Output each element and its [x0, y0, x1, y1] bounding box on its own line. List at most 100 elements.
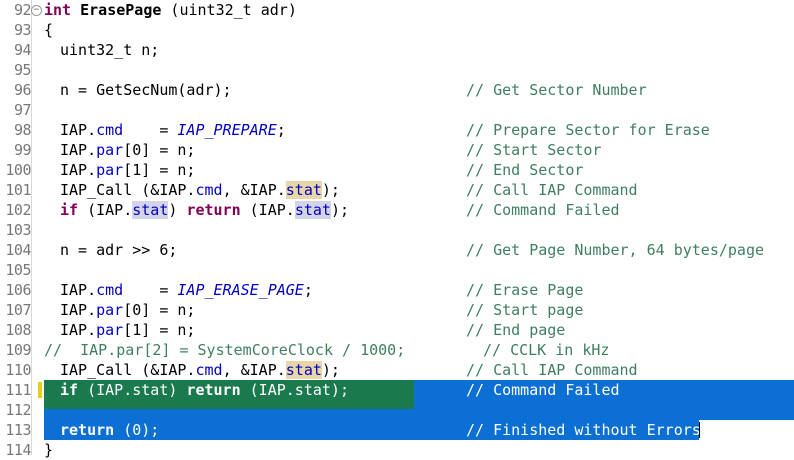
code-line[interactable]: 107 IAP.par[0] = n; // Start page	[0, 300, 794, 320]
code-comment[interactable]: // Command Failed	[466, 200, 620, 220]
text-caret	[699, 422, 700, 438]
code-fragment: (IAP.stat)	[78, 381, 187, 399]
code-fragment: );	[321, 181, 340, 199]
function-name: ErasePage	[80, 1, 162, 19]
code-line[interactable]: 96 n = GetSecNum(adr); // Get Sector Num…	[0, 80, 794, 100]
code-fragment: IAP.	[60, 121, 97, 139]
code-comment[interactable]: // Command Failed	[466, 380, 620, 400]
code-line[interactable]: 100 IAP.par[1] = n; // End Sector	[0, 160, 794, 180]
struct-field: cmd	[195, 361, 223, 379]
code-line[interactable]: 114 }	[0, 440, 794, 460]
code-line[interactable]: 110 IAP_Call (&IAP.cmd, &IAP.stat); // C…	[0, 360, 794, 380]
struct-field: cmd	[96, 281, 124, 299]
code-line-selected[interactable]: 112	[0, 400, 794, 420]
code-text[interactable]: IAP_Call (&IAP.cmd, &IAP.stat);	[60, 180, 340, 200]
code-text[interactable]: if (IAP.stat) return (IAP.stat);	[60, 200, 349, 220]
code-comment[interactable]: // Get Sector Number	[466, 80, 647, 100]
code-comment[interactable]: // End Sector	[466, 160, 583, 180]
struct-field: par	[96, 141, 124, 159]
code-line-selected[interactable]: 113 return (0); // Finished without Erro…	[0, 420, 794, 440]
struct-field: par	[96, 161, 124, 179]
code-fragment: IAP.	[60, 161, 97, 179]
code-line[interactable]: 97	[0, 100, 794, 120]
line-number: 101	[5, 181, 31, 199]
keyword: return	[186, 381, 241, 399]
code-text[interactable]: return (0);	[60, 420, 159, 440]
line-number: 99	[13, 141, 32, 159]
code-fragment: [1] = n;	[123, 161, 196, 179]
code-line-selected[interactable]: 111 if (IAP.stat) return (IAP.stat); // …	[0, 380, 794, 400]
code-text[interactable]: uint32_t n;	[60, 40, 159, 60]
struct-field: cmd	[96, 121, 124, 139]
code-comment[interactable]: // Finished without Errors	[466, 420, 701, 440]
code-comment[interactable]: // Prepare Sector for Erase	[466, 120, 710, 140]
code-comment[interactable]: // CCLK in kHz	[483, 340, 609, 360]
line-number: 96	[13, 81, 32, 99]
commented-code[interactable]: // IAP.par[2] = SystemCoreClock / 1000;	[44, 340, 405, 360]
line-number: 97	[13, 101, 32, 119]
code-line[interactable]: 99 IAP.par[0] = n; // Start Sector	[0, 140, 794, 160]
code-line[interactable]: 101 IAP_Call (&IAP.cmd, &IAP.stat); // C…	[0, 180, 794, 200]
code-fragment: )	[168, 201, 187, 219]
code-fragment: =	[123, 281, 178, 299]
line-number: 95	[13, 61, 32, 79]
code-comment[interactable]: // Call IAP Command	[466, 360, 638, 380]
code-line[interactable]: 102 if (IAP.stat) return (IAP.stat); // …	[0, 200, 794, 220]
code-fragment: (IAP.stat);	[240, 381, 349, 399]
code-line[interactable]: 106 IAP.cmd = IAP_ERASE_PAGE; // Erase P…	[0, 280, 794, 300]
code-fragment: IAP.	[60, 301, 97, 319]
code-fragment: ;	[276, 121, 286, 139]
line-number: 104	[5, 241, 31, 259]
code-line[interactable]: 95	[0, 60, 794, 80]
code-text[interactable]: IAP.cmd = IAP_ERASE_PAGE;	[60, 280, 313, 300]
macro-constant: IAP_PREPARE	[177, 121, 277, 139]
line-number: 103	[5, 221, 31, 239]
code-text[interactable]: IAP.cmd = IAP_PREPARE;	[60, 120, 286, 140]
code-line[interactable]: 93 {	[0, 20, 794, 40]
code-text[interactable]: IAP.par[0] = n;	[60, 300, 195, 320]
line-number: 94	[13, 41, 32, 59]
occurrence-highlight: stat	[294, 201, 331, 219]
code-editor[interactable]: 92 − int ErasePage (uint32_t adr) 93 { 9…	[0, 0, 794, 459]
code-line[interactable]: 92 − int ErasePage (uint32_t adr)	[0, 0, 794, 20]
code-fragment: , &IAP.	[222, 181, 286, 199]
line-number: 93	[13, 21, 32, 39]
code-comment[interactable]: // Start page	[466, 300, 583, 320]
code-text[interactable]: IAP.par[0] = n;	[60, 140, 195, 160]
line-number: 113	[5, 421, 31, 439]
line-number: 111	[5, 381, 31, 399]
code-text[interactable]: }	[44, 440, 53, 460]
keyword: int	[44, 1, 72, 19]
code-fragment: IAP.	[60, 321, 97, 339]
code-fragment: IAP.	[60, 281, 97, 299]
code-text[interactable]: int ErasePage (uint32_t adr)	[44, 0, 297, 20]
fold-collapse-icon[interactable]: −	[31, 5, 42, 16]
code-comment[interactable]: // Get Page Number, 64 bytes/page	[466, 240, 764, 260]
code-text[interactable]: IAP.par[1] = n;	[60, 320, 195, 340]
code-text[interactable]: {	[44, 20, 53, 40]
code-fragment: IAP_Call (&IAP.	[60, 181, 196, 199]
code-line[interactable]: 109 // IAP.par[2] = SystemCoreClock / 10…	[0, 340, 794, 360]
code-line[interactable]: 104 n = adr >> 6; // Get Page Number, 64…	[0, 240, 794, 260]
code-fragment: ;	[303, 281, 313, 299]
code-comment[interactable]: // Call IAP Command	[466, 180, 638, 200]
code-text[interactable]: n = adr >> 6;	[60, 240, 177, 260]
code-text[interactable]: IAP_Call (&IAP.cmd, &IAP.stat);	[60, 360, 340, 380]
code-comment[interactable]: // Start Sector	[466, 140, 601, 160]
code-line[interactable]: 108 IAP.par[1] = n; // End page	[0, 320, 794, 340]
line-number: 106	[5, 281, 31, 299]
code-line[interactable]: 103	[0, 220, 794, 240]
line-number: 102	[5, 201, 31, 219]
code-line[interactable]: 94 uint32_t n;	[0, 40, 794, 60]
code-text[interactable]: n = GetSecNum(adr);	[60, 80, 232, 100]
line-number: 112	[5, 401, 31, 419]
line-number: 107	[5, 301, 31, 319]
occurrence-highlight: stat	[285, 181, 322, 199]
code-line[interactable]: 105	[0, 260, 794, 280]
code-comment[interactable]: // Erase Page	[466, 280, 583, 300]
line-number: 98	[13, 121, 32, 139]
code-text[interactable]: if (IAP.stat) return (IAP.stat);	[60, 380, 349, 400]
code-line[interactable]: 98 IAP.cmd = IAP_PREPARE; // Prepare Sec…	[0, 120, 794, 140]
code-comment[interactable]: // End page	[466, 320, 565, 340]
code-text[interactable]: IAP.par[1] = n;	[60, 160, 195, 180]
